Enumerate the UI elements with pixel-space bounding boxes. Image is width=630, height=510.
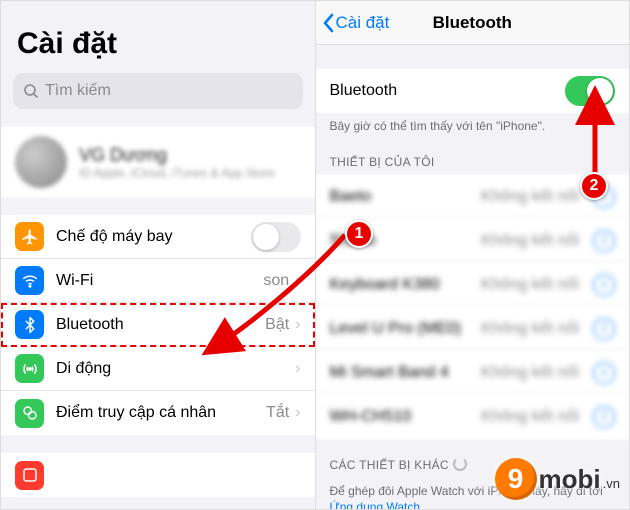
bluetooth-icon (15, 310, 44, 339)
profile-subtitle: ID Apple, iCloud, iTunes & App Store (79, 166, 275, 180)
device-status: Không kết nối (481, 188, 579, 206)
chevron-right-icon: › (295, 272, 300, 290)
device-status: Không kết nối (481, 276, 579, 294)
nav-title: Bluetooth (433, 13, 512, 33)
page-title: Cài đặt (1, 1, 315, 69)
discoverable-note: Bây giờ có thể tìm thấy với tên "iPhone"… (316, 113, 630, 137)
device-row[interactable]: Mi Smart Band 4Không kết nối i (316, 351, 630, 395)
profile-row[interactable]: VG Dương ID Apple, iCloud, iTunes & App … (1, 127, 315, 197)
row-cellular[interactable]: Di động › (1, 347, 315, 391)
search-input[interactable]: Tìm kiếm (13, 73, 303, 109)
device-row[interactable]: Keyboard K380Không kết nối i (316, 263, 630, 307)
row-airplane[interactable]: Chế độ máy bay (1, 215, 315, 259)
airplane-label: Chế độ máy bay (56, 228, 251, 246)
avatar (15, 136, 67, 188)
back-label: Cài đặt (336, 13, 390, 33)
row-wifi[interactable]: Wi-Fi son › (1, 259, 315, 303)
my-devices-list: BaetoKhông kết nốiiShahoKhông kết nốiiKe… (316, 175, 630, 439)
my-devices-header: THIẾT BỊ CỦA TÔI (316, 137, 630, 175)
chevron-left-icon (322, 13, 334, 33)
device-status: Không kết nối (481, 408, 579, 426)
info-icon[interactable]: i (593, 318, 615, 340)
device-status: Không kết nối (481, 232, 579, 250)
device-status: Không kết nối (481, 364, 579, 382)
hotspot-icon (15, 399, 44, 428)
other-devices-header: CÁC THIẾT BỊ KHÁC (316, 439, 630, 478)
settings-pane: Cài đặt Tìm kiếm VG Dương ID Apple, iClo… (1, 1, 316, 509)
device-name: WH-CH510 (330, 408, 482, 426)
row-bt-toggle: Bluetooth (316, 69, 630, 113)
extra-icon (15, 461, 44, 490)
bluetooth-pane: Cài đặt Bluetooth Bluetooth Bây giờ có t… (316, 1, 630, 509)
cellular-label: Di động (56, 360, 295, 378)
cellular-icon (15, 354, 44, 383)
device-name: Baeto (330, 188, 482, 206)
info-icon[interactable]: i (593, 362, 615, 384)
row-extra[interactable] (1, 453, 315, 497)
profile-name: VG Dương (79, 145, 275, 166)
device-name: Keyboard K380 (330, 276, 482, 294)
airplane-icon (15, 222, 44, 251)
wifi-value: son (263, 272, 289, 290)
wifi-icon (15, 266, 44, 295)
watch-app-link[interactable]: Ứng dụng Watch. (330, 500, 616, 509)
device-row[interactable]: Level U Pro (ME0)Không kết nối i (316, 307, 630, 351)
nav-bar: Cài đặt Bluetooth (316, 1, 630, 45)
bt-toggle-label: Bluetooth (330, 82, 566, 100)
search-icon (23, 83, 39, 99)
bluetooth-label: Bluetooth (56, 316, 265, 334)
back-button[interactable]: Cài đặt (322, 13, 390, 33)
info-icon[interactable]: i (593, 230, 615, 252)
search-placeholder: Tìm kiếm (45, 82, 111, 100)
chevron-right-icon: › (295, 316, 300, 334)
device-row[interactable]: WH-CH510Không kết nối i (316, 395, 630, 439)
airplane-toggle[interactable] (251, 222, 301, 252)
device-name: Shaho (330, 232, 482, 250)
device-name: Level U Pro (ME0) (330, 320, 482, 338)
info-icon[interactable]: i (593, 186, 615, 208)
bluetooth-toggle[interactable] (565, 76, 615, 106)
info-icon[interactable]: i (593, 274, 615, 296)
hotspot-label: Điểm truy cập cá nhân (56, 404, 266, 422)
chevron-right-icon: › (295, 360, 300, 378)
hotspot-value: Tắt (266, 404, 289, 422)
row-hotspot[interactable]: Điểm truy cập cá nhân Tắt › (1, 391, 315, 435)
bluetooth-value: Bật (265, 316, 289, 334)
device-row[interactable]: BaetoKhông kết nối i (316, 175, 630, 219)
wifi-label: Wi-Fi (56, 272, 263, 290)
row-bluetooth[interactable]: Bluetooth Bật › (1, 303, 315, 347)
pair-note: Để ghép đôi Apple Watch với iPhone này, … (316, 478, 630, 509)
device-name: Mi Smart Band 4 (330, 364, 482, 382)
chevron-right-icon: › (295, 404, 300, 422)
info-icon[interactable]: i (593, 406, 615, 428)
spinner-icon (453, 457, 467, 471)
device-row[interactable]: ShahoKhông kết nối i (316, 219, 630, 263)
device-status: Không kết nối (481, 320, 579, 338)
